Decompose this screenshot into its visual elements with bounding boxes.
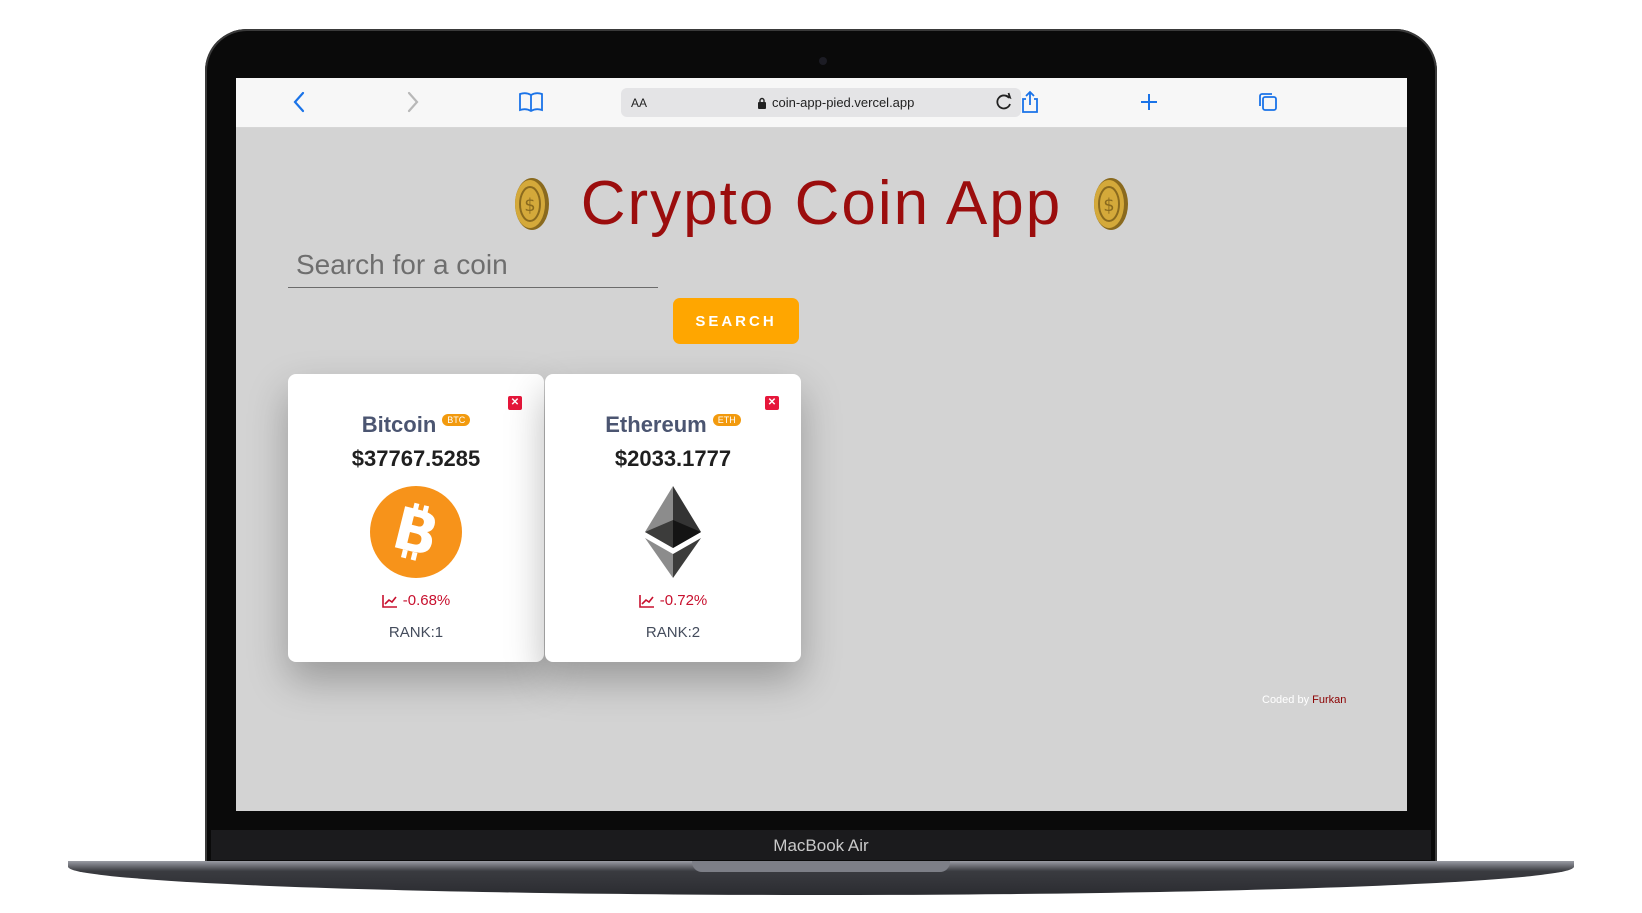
browser-toolbar: AA coin-app-pied.vercel.app <box>236 78 1407 128</box>
reload-icon[interactable] <box>993 91 1015 113</box>
footer-author-link[interactable]: Furkan <box>1312 694 1346 706</box>
lock-icon <box>758 97 766 109</box>
search-input[interactable] <box>288 242 658 288</box>
close-icon[interactable]: ✕ <box>765 396 779 410</box>
share-icon[interactable] <box>1016 88 1044 116</box>
coin-rank: RANK:2 <box>645 624 701 641</box>
footer-prefix: Coded by <box>1262 694 1313 706</box>
coin-symbol-badge: ETH <box>712 414 741 426</box>
camera-icon <box>819 57 827 65</box>
bitcoin-logo-icon: B <box>370 486 462 578</box>
coin-price: $2033.1777 <box>614 446 732 471</box>
chart-line-icon <box>381 594 397 608</box>
coin-card-bitcoin: ✕ Bitcoin BTC $37767.5285 B -0.68% RANK:… <box>288 374 544 662</box>
coin-icon: $ <box>514 177 549 230</box>
tabs-icon[interactable] <box>1254 88 1282 116</box>
url-text: coin-app-pied.vercel.app <box>772 95 915 110</box>
device-label: MacBook Air <box>773 836 869 855</box>
reader-aa-button[interactable]: AA <box>631 96 647 110</box>
ethereum-logo-icon <box>645 486 701 578</box>
svg-text:$: $ <box>524 195 535 216</box>
price-change: -0.72% <box>545 592 801 609</box>
coin-name: Ethereum <box>605 412 707 437</box>
footer-credit: Coded by Furkan <box>1262 694 1346 706</box>
coin-symbol-badge: BTC <box>442 414 471 426</box>
app-header: $ Crypto Coin App $ <box>236 168 1407 239</box>
coin-rank: RANK:1 <box>388 624 444 641</box>
forward-icon[interactable] <box>399 88 427 116</box>
close-icon[interactable]: ✕ <box>508 396 522 410</box>
coin-icon: $ <box>1094 177 1129 230</box>
coin-card-ethereum: ✕ Ethereum ETH $2033.1777 -0.72% RANK:2 <box>545 374 801 662</box>
coin-price: $37767.5285 <box>351 446 481 471</box>
chart-line-icon <box>638 594 654 608</box>
back-icon[interactable] <box>285 88 313 116</box>
coin-name: Bitcoin <box>361 412 437 437</box>
svg-text:$: $ <box>1104 195 1115 216</box>
price-change-value: -0.68% <box>402 592 451 609</box>
search-button[interactable]: SEARCH <box>673 298 799 344</box>
new-tab-icon[interactable] <box>1135 88 1163 116</box>
page-title: Crypto Coin App <box>580 169 1063 238</box>
browser-screen: AA coin-app-pied.vercel.app $ Crypto Coi… <box>236 78 1407 811</box>
laptop-notch <box>692 861 950 872</box>
bookmarks-icon[interactable] <box>517 88 545 116</box>
price-change: -0.68% <box>288 592 544 609</box>
address-bar[interactable]: AA coin-app-pied.vercel.app <box>621 88 1021 117</box>
price-change-value: -0.72% <box>659 592 708 609</box>
